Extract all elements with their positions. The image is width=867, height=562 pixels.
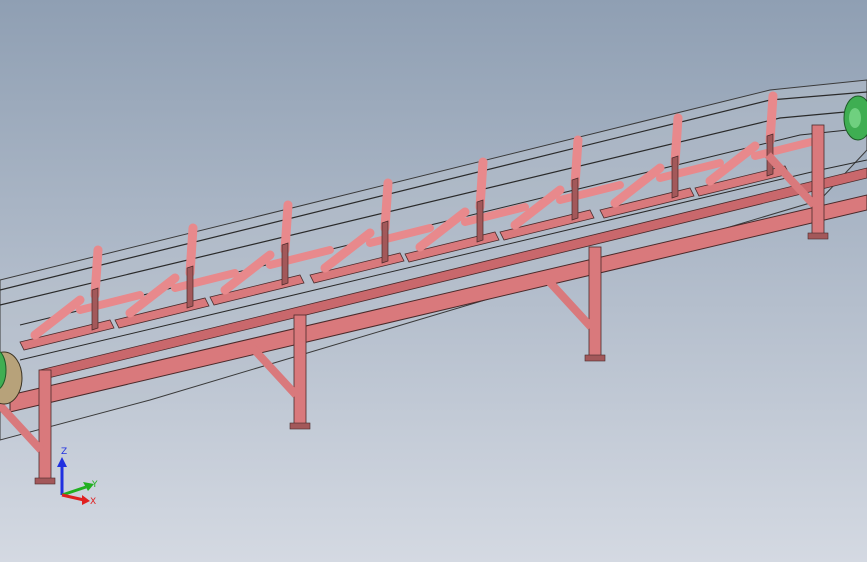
y-axis-line bbox=[61, 485, 87, 497]
idler-bracket bbox=[91, 287, 99, 331]
leg-foot bbox=[807, 232, 829, 240]
leg-foot bbox=[289, 422, 311, 430]
idler-bracket bbox=[476, 199, 484, 243]
leg-foot bbox=[584, 354, 606, 362]
idler-bracket bbox=[381, 220, 389, 264]
leg-post bbox=[293, 314, 307, 426]
conveyor-model-view[interactable] bbox=[0, 0, 867, 562]
y-axis-label: Y bbox=[91, 480, 98, 490]
idler-bracket bbox=[281, 242, 289, 286]
x-axis-label: X bbox=[90, 497, 96, 507]
z-axis-label: Z bbox=[61, 447, 67, 457]
3d-viewport[interactable]: Z Y X bbox=[0, 0, 867, 562]
head-pulley[interactable] bbox=[843, 95, 867, 141]
idler-bracket bbox=[186, 265, 194, 309]
x-axis-arrow bbox=[82, 495, 90, 505]
x-axis-line bbox=[61, 493, 85, 502]
z-axis-arrow bbox=[57, 457, 67, 467]
coordinate-triad: Z Y X bbox=[57, 447, 98, 507]
idler-bracket bbox=[571, 177, 579, 221]
leg-post bbox=[811, 124, 825, 236]
leg-post bbox=[588, 246, 602, 358]
idler-bracket bbox=[671, 155, 679, 199]
